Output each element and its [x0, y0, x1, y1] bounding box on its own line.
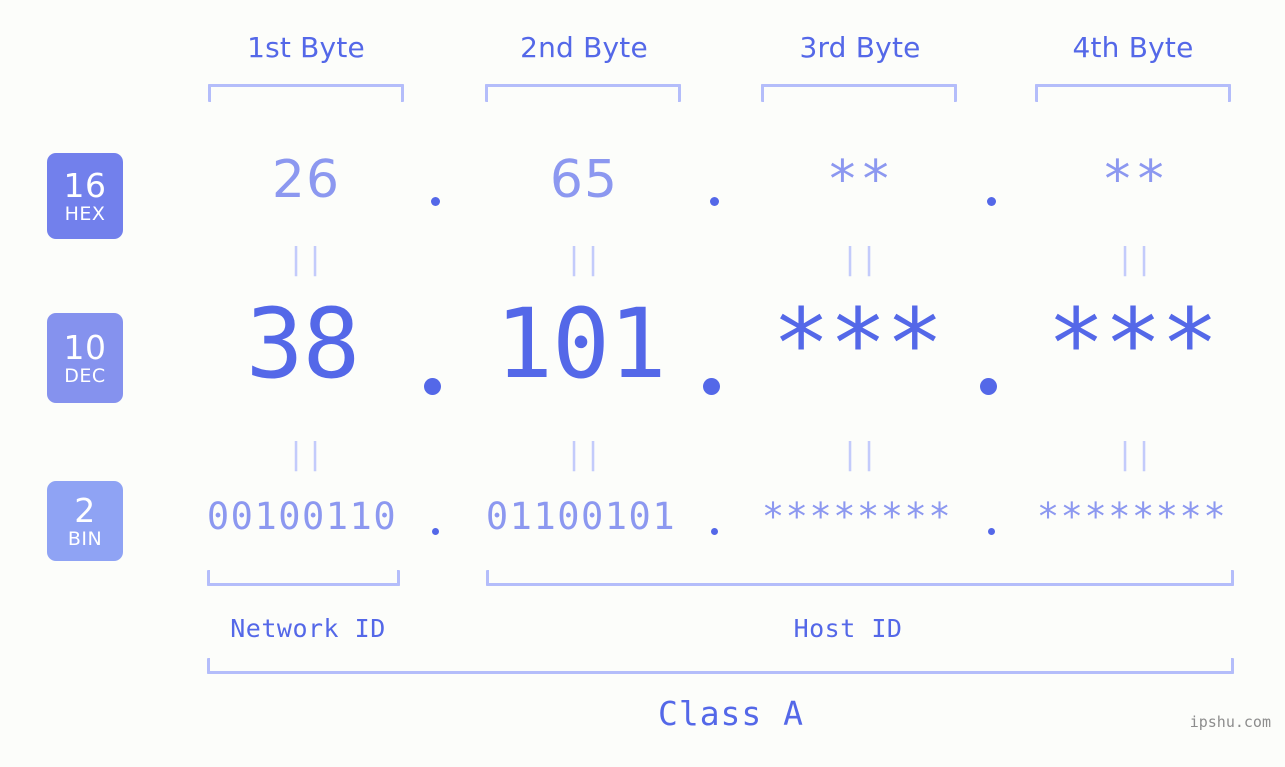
hex-byte-2: 65 — [549, 150, 619, 210]
ip-byte-diagram: 1st Byte 2nd Byte 3rd Byte 4th Byte 16 H… — [0, 0, 1285, 767]
hex-dot-1 — [431, 197, 440, 206]
byte-header-3: 3rd Byte — [799, 31, 921, 64]
base-badge-dec[interactable]: 10 DEC — [47, 313, 123, 403]
class-bracket — [207, 658, 1234, 674]
byte-bracket-3 — [761, 84, 957, 102]
bin-byte-3: ******** — [761, 495, 953, 538]
bin-byte-2: 01100101 — [485, 495, 677, 538]
base-badge-bin-number: 2 — [74, 490, 96, 530]
equals-mark-hex-dec-2: || — [564, 242, 604, 277]
base-badge-hex-name: HEX — [64, 202, 106, 225]
bin-dot-2 — [711, 528, 718, 535]
equals-mark-dec-bin-1: || — [286, 437, 326, 472]
equals-mark-dec-bin-4: || — [1115, 437, 1155, 472]
equals-mark-hex-dec-3: || — [840, 242, 880, 277]
base-badge-bin[interactable]: 2 BIN — [47, 481, 123, 561]
network-id-label: Network ID — [230, 614, 386, 643]
byte-header-1: 1st Byte — [247, 31, 365, 64]
byte-header-2: 2nd Byte — [520, 31, 648, 64]
base-badge-bin-name: BIN — [67, 527, 103, 550]
dec-dot-2 — [703, 378, 720, 395]
base-badge-dec-name: DEC — [64, 364, 106, 387]
base-badge-hex-number: 16 — [63, 165, 107, 205]
host-id-bracket — [486, 570, 1234, 586]
base-badge-dec-number: 10 — [63, 327, 107, 367]
byte-bracket-1 — [208, 84, 404, 102]
bin-byte-4: ******** — [1036, 495, 1228, 538]
dec-dot-3 — [980, 378, 997, 395]
dec-byte-3: *** — [772, 288, 943, 400]
host-id-label: Host ID — [793, 614, 903, 643]
byte-header-4: 4th Byte — [1072, 31, 1194, 64]
site-watermark: ipshu.com — [1189, 713, 1271, 731]
dec-byte-2: 101 — [495, 288, 666, 400]
base-badge-hex[interactable]: 16 HEX — [47, 153, 123, 239]
equals-mark-dec-bin-2: || — [564, 437, 604, 472]
bin-byte-1: 00100110 — [206, 495, 398, 538]
byte-bracket-4 — [1035, 84, 1231, 102]
hex-dot-2 — [710, 197, 719, 206]
equals-mark-hex-dec-4: || — [1115, 242, 1155, 277]
equals-mark-hex-dec-1: || — [286, 242, 326, 277]
hex-byte-3: ** — [826, 150, 894, 210]
hex-byte-1: 26 — [271, 150, 341, 210]
hex-dot-3 — [987, 197, 996, 206]
equals-mark-dec-bin-3: || — [840, 437, 880, 472]
hex-byte-4: ** — [1101, 150, 1169, 210]
bin-dot-3 — [988, 528, 995, 535]
network-id-bracket — [207, 570, 400, 586]
byte-bracket-2 — [485, 84, 681, 102]
dec-byte-1: 38 — [245, 288, 361, 400]
bin-dot-1 — [432, 528, 439, 535]
dec-byte-4: *** — [1047, 288, 1218, 400]
dec-dot-1 — [424, 378, 441, 395]
class-label: Class A — [657, 694, 805, 733]
